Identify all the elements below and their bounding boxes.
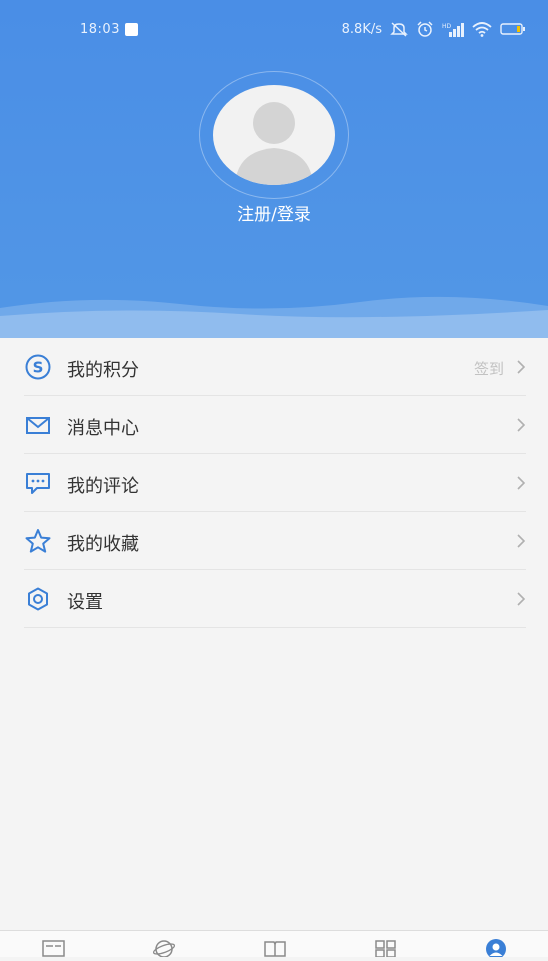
default-user-icon bbox=[235, 102, 313, 185]
user-icon bbox=[486, 939, 506, 959]
status-right: 8.8K/s HD bbox=[342, 21, 526, 37]
avatar[interactable] bbox=[213, 85, 335, 185]
planet-icon bbox=[152, 940, 176, 958]
chevron-right-icon bbox=[516, 417, 526, 433]
menu-label-settings: 设置 bbox=[67, 592, 103, 613]
tab-reading[interactable] bbox=[263, 938, 287, 957]
menu-label-comments: 我的评论 bbox=[67, 476, 139, 497]
tab-discover[interactable] bbox=[152, 938, 176, 958]
news-icon bbox=[42, 940, 65, 957]
status-time: 18:03 bbox=[80, 22, 120, 37]
star-icon bbox=[24, 528, 52, 554]
book-icon bbox=[264, 941, 286, 957]
tab-services[interactable] bbox=[374, 938, 398, 958]
menu-label-points: 我的积分 bbox=[67, 360, 139, 381]
menu-item-points[interactable]: S 我的积分 签到 bbox=[0, 338, 548, 396]
menu-item-messages[interactable]: 消息中心 bbox=[0, 396, 548, 454]
tab-profile[interactable] bbox=[484, 938, 508, 959]
battery-icon bbox=[500, 22, 526, 36]
comment-bubble-icon bbox=[24, 470, 52, 496]
header-wave bbox=[0, 296, 548, 338]
chevron-right-icon bbox=[516, 359, 526, 375]
wifi-icon bbox=[472, 21, 492, 37]
chevron-right-icon bbox=[516, 533, 526, 549]
chevron-right-icon bbox=[516, 475, 526, 491]
svg-text:S: S bbox=[33, 359, 44, 377]
chevron-right-icon bbox=[516, 591, 526, 607]
svg-text:HD: HD bbox=[442, 23, 452, 30]
menu-list: S 我的积分 签到 消息中心 我的评论 我的收藏 设置 bbox=[0, 338, 548, 628]
checkin-button[interactable]: 签到 bbox=[474, 358, 504, 379]
signal-icon: HD bbox=[442, 21, 464, 37]
grid-icon bbox=[375, 940, 396, 958]
alarm-icon bbox=[416, 21, 434, 37]
login-register-link[interactable]: 注册/登录 bbox=[0, 200, 548, 225]
menu-item-comments[interactable]: 我的评论 bbox=[0, 454, 548, 512]
divider bbox=[24, 627, 526, 628]
status-bar: 18:03 8.8K/s HD bbox=[0, 18, 548, 44]
points-s-icon: S bbox=[24, 354, 52, 380]
mute-icon bbox=[390, 21, 408, 37]
qq-notification-icon bbox=[125, 23, 138, 36]
envelope-icon bbox=[24, 412, 52, 438]
network-speed: 8.8K/s bbox=[341, 21, 382, 37]
menu-item-settings[interactable]: 设置 bbox=[0, 570, 548, 628]
menu-label-favorites: 我的收藏 bbox=[67, 534, 139, 555]
menu-item-favorites[interactable]: 我的收藏 bbox=[0, 512, 548, 570]
bottom-tab-bar bbox=[0, 930, 548, 959]
menu-label-messages: 消息中心 bbox=[67, 418, 139, 439]
tab-news[interactable] bbox=[42, 938, 66, 957]
gear-icon bbox=[24, 586, 52, 612]
profile-header: 18:03 8.8K/s HD 注册/登录 bbox=[0, 0, 548, 338]
